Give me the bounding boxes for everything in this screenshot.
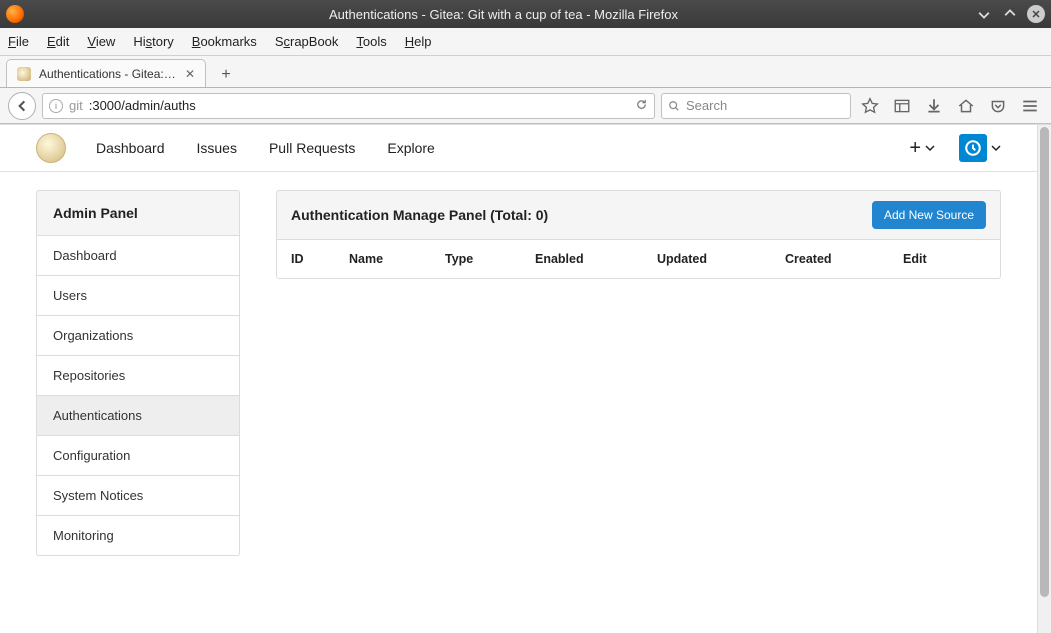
main-panel: Authentication Manage Panel (Total: 0) A… [276, 190, 1001, 556]
sidebar-item-organizations[interactable]: Organizations [36, 316, 240, 356]
scrollbar-thumb[interactable] [1040, 127, 1049, 597]
sidebar-item-users[interactable]: Users [36, 276, 240, 316]
sidebar-item-repositories[interactable]: Repositories [36, 356, 240, 396]
gitea-header: Dashboard Issues Pull Requests Explore + [0, 125, 1037, 172]
nav-explore[interactable]: Explore [387, 140, 434, 156]
tab-favicon-icon [17, 67, 31, 81]
menu-file[interactable]: File [8, 34, 29, 49]
menubar: File Edit View History Bookmarks ScrapBo… [0, 28, 1051, 56]
avatar [959, 134, 987, 162]
col-name: Name [349, 252, 445, 266]
col-enabled: Enabled [535, 252, 657, 266]
menu-edit[interactable]: Edit [47, 34, 69, 49]
navigation-toolbar: i git :3000/admin/auths Search [0, 88, 1051, 124]
search-bar[interactable]: Search [661, 93, 851, 119]
admin-sidebar: Admin Panel Dashboard Users Organization… [36, 190, 240, 556]
table-header-row: ID Name Type Enabled Updated Created Edi… [276, 240, 1001, 279]
main-header: Authentication Manage Panel (Total: 0) A… [276, 190, 1001, 240]
window-minimize-icon[interactable] [975, 5, 993, 23]
downloads-icon[interactable] [925, 97, 943, 115]
site-info-icon[interactable]: i [49, 99, 63, 113]
gitea-logo-icon[interactable] [36, 133, 66, 163]
sidebar-icon[interactable] [893, 97, 911, 115]
create-menu[interactable]: + [909, 137, 935, 160]
url-path: :3000/admin/auths [89, 98, 196, 113]
menu-bookmarks[interactable]: Bookmarks [192, 34, 257, 49]
browser-tab[interactable]: Authentications - Gitea: ... ✕ [6, 59, 206, 87]
page-content: Admin Panel Dashboard Users Organization… [0, 172, 1037, 574]
url-host: git [69, 98, 83, 113]
chevron-down-icon [991, 143, 1001, 153]
vertical-scrollbar[interactable] [1037, 125, 1051, 633]
nav-pull-requests[interactable]: Pull Requests [269, 140, 355, 156]
home-icon[interactable] [957, 97, 975, 115]
nav-issues[interactable]: Issues [197, 140, 237, 156]
tab-title: Authentications - Gitea: ... [39, 67, 177, 81]
page-viewport: Dashboard Issues Pull Requests Explore + [0, 124, 1051, 633]
col-created: Created [785, 252, 903, 266]
menu-tools[interactable]: Tools [356, 34, 386, 49]
sidebar-item-monitoring[interactable]: Monitoring [36, 516, 240, 556]
back-button[interactable] [8, 92, 36, 120]
add-new-source-button[interactable]: Add New Source [872, 201, 986, 229]
tabbar: Authentications - Gitea: ... ✕ + [0, 56, 1051, 88]
plus-icon: + [909, 137, 921, 160]
firefox-icon [6, 5, 24, 23]
sidebar-item-authentications[interactable]: Authentications [36, 396, 240, 436]
gitea-nav: Dashboard Issues Pull Requests Explore [96, 140, 435, 156]
sidebar-item-system-notices[interactable]: System Notices [36, 476, 240, 516]
panel-title: Authentication Manage Panel (Total: 0) [291, 207, 548, 223]
bookmark-star-icon[interactable] [861, 97, 879, 115]
search-placeholder: Search [686, 98, 727, 113]
pocket-icon[interactable] [989, 97, 1007, 115]
menu-view[interactable]: View [87, 34, 115, 49]
window-titlebar: Authentications - Gitea: Git with a cup … [0, 0, 1051, 28]
hamburger-menu-icon[interactable] [1021, 97, 1039, 115]
nav-dashboard[interactable]: Dashboard [96, 140, 165, 156]
menu-history[interactable]: History [133, 34, 173, 49]
col-updated: Updated [657, 252, 785, 266]
window-close-icon[interactable] [1027, 5, 1045, 23]
sidebar-title: Admin Panel [36, 190, 240, 236]
url-bar[interactable]: i git :3000/admin/auths [42, 93, 655, 119]
reload-icon[interactable] [635, 98, 648, 114]
sidebar-item-configuration[interactable]: Configuration [36, 436, 240, 476]
menu-scrapbook[interactable]: ScrapBook [275, 34, 339, 49]
tab-close-icon[interactable]: ✕ [185, 67, 195, 81]
user-menu[interactable] [959, 134, 1001, 162]
col-edit: Edit [903, 252, 986, 266]
col-id: ID [291, 252, 349, 266]
window-maximize-icon[interactable] [1001, 5, 1019, 23]
chevron-down-icon [925, 143, 935, 153]
window-title: Authentications - Gitea: Git with a cup … [32, 7, 975, 22]
search-icon [668, 100, 680, 112]
new-tab-button[interactable]: + [212, 63, 240, 87]
menu-help[interactable]: Help [405, 34, 432, 49]
sidebar-item-dashboard[interactable]: Dashboard [36, 236, 240, 276]
col-type: Type [445, 252, 535, 266]
